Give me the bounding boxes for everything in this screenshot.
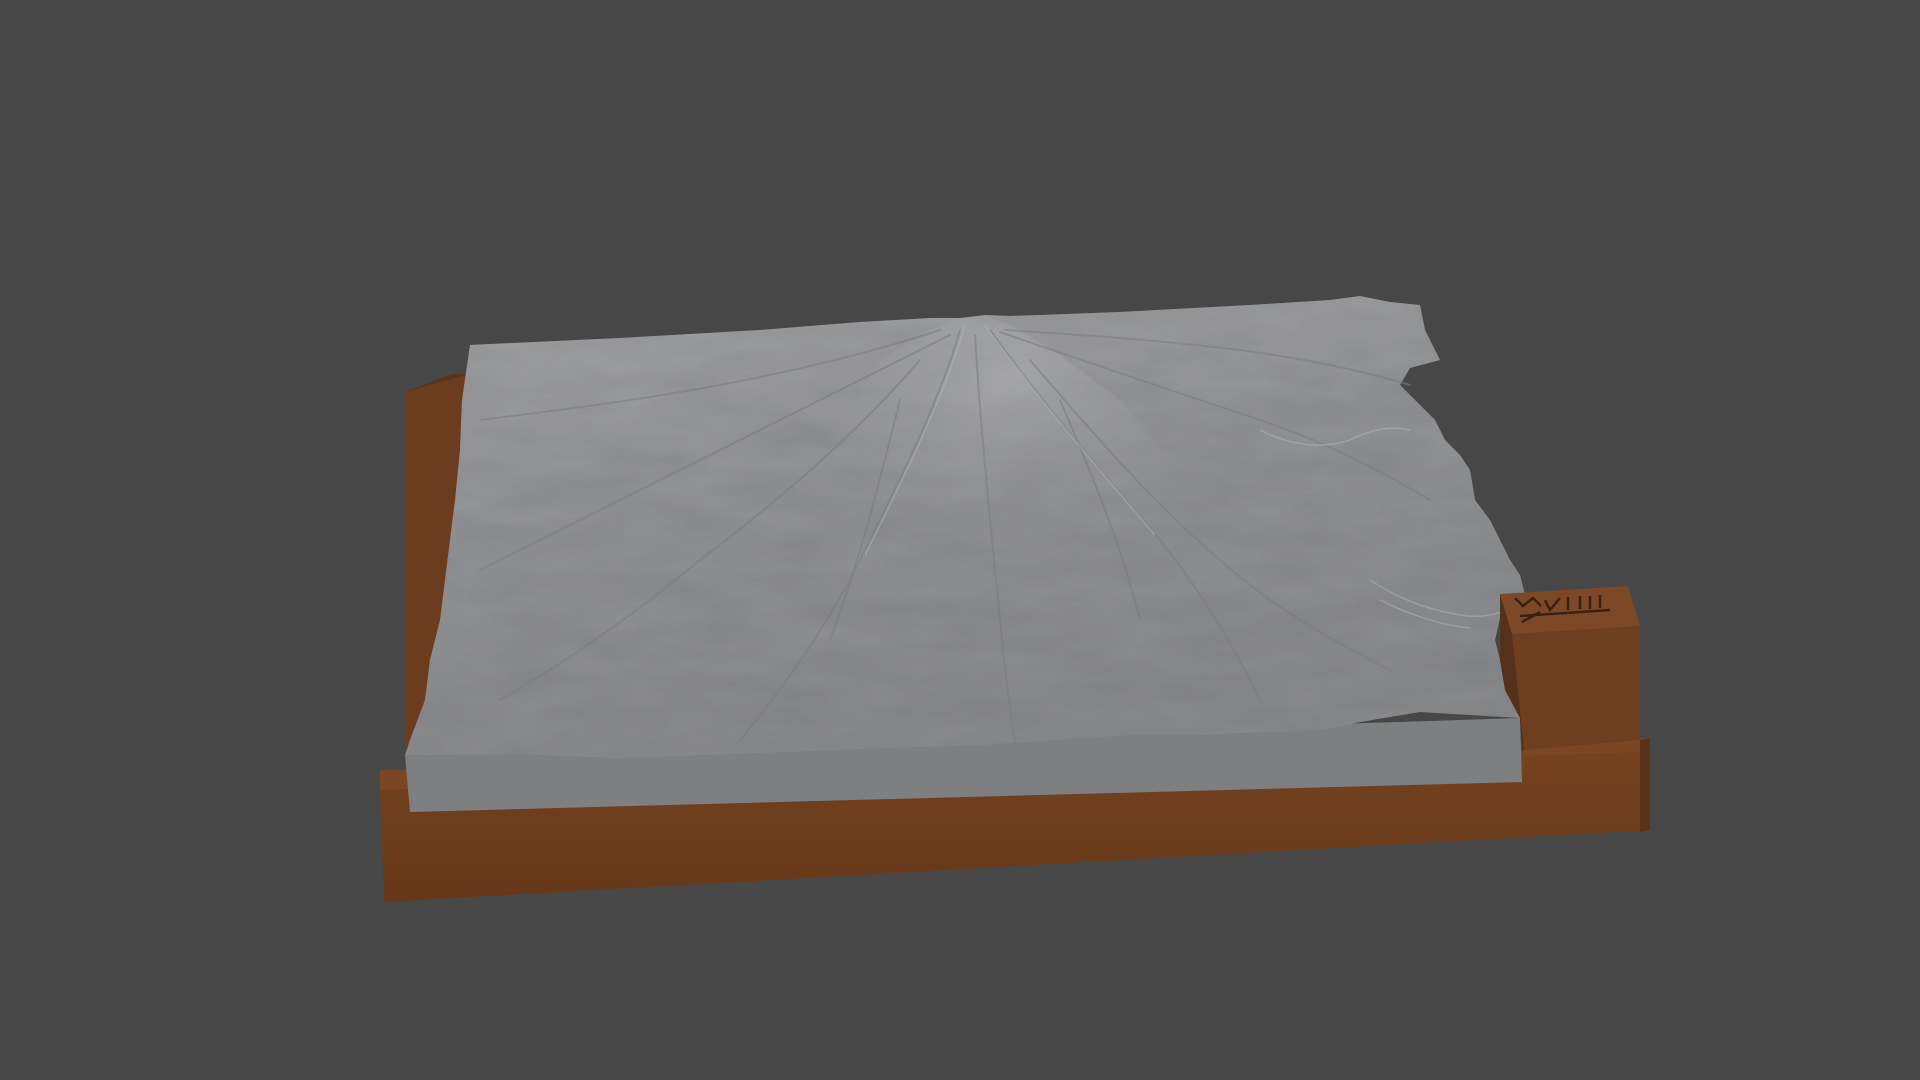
base-right-face (1640, 738, 1650, 832)
label-block (1500, 586, 1640, 752)
3d-viewport[interactable] (0, 0, 1920, 1080)
scene-canvas[interactable] (0, 0, 1920, 1080)
